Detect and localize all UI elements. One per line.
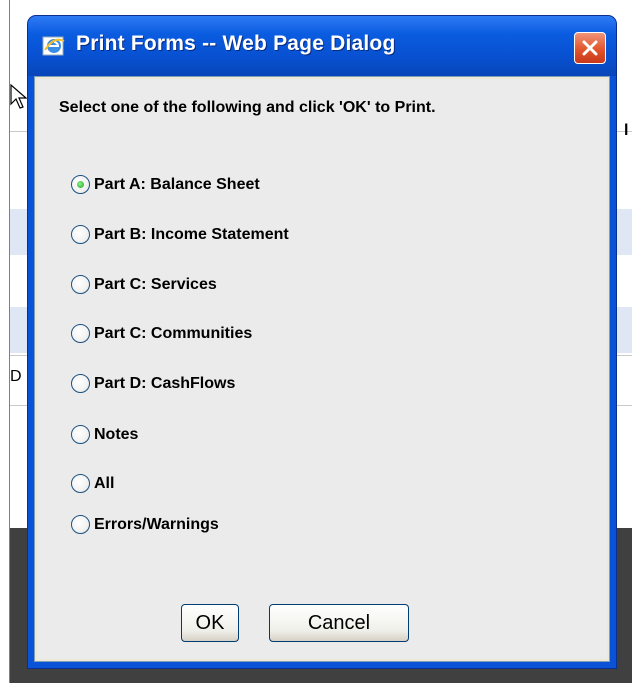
option-part-c-communities[interactable]: Part C: Communities xyxy=(71,324,252,343)
option-part-c-services[interactable]: Part C: Services xyxy=(71,275,217,294)
option-label: Errors/Warnings xyxy=(94,515,219,533)
option-part-d-cashflows[interactable]: Part D: CashFlows xyxy=(71,374,235,393)
radio-button[interactable] xyxy=(71,474,90,493)
internet-explorer-icon xyxy=(42,36,65,56)
option-label: All xyxy=(94,474,115,492)
option-all[interactable]: All xyxy=(71,474,114,493)
print-forms-dialog: Print Forms -- Web Page Dialog Select on… xyxy=(28,16,616,668)
background-text-fragment: D xyxy=(10,368,22,385)
background-window-edge xyxy=(0,0,10,683)
option-label: Notes xyxy=(94,425,139,443)
radio-button[interactable] xyxy=(71,175,90,194)
option-label: Part C: Services xyxy=(94,275,217,293)
option-notes[interactable]: Notes xyxy=(71,425,138,444)
dialog-body: Select one of the following and click 'O… xyxy=(34,76,610,662)
option-part-a-balance-sheet[interactable]: Part A: Balance Sheet xyxy=(71,175,260,194)
cancel-button[interactable]: Cancel xyxy=(269,604,409,642)
close-button[interactable] xyxy=(574,32,606,64)
dialog-content: Select one of the following and click 'O… xyxy=(37,79,607,659)
ok-button[interactable]: OK xyxy=(181,604,239,642)
radio-button[interactable] xyxy=(71,374,90,393)
dialog-titlebar[interactable]: Print Forms -- Web Page Dialog xyxy=(28,16,616,76)
option-errors-warnings[interactable]: Errors/Warnings xyxy=(71,515,219,534)
radio-button[interactable] xyxy=(71,225,90,244)
radio-button[interactable] xyxy=(71,515,90,534)
option-part-b-income-statement[interactable]: Part B: Income Statement xyxy=(71,225,289,244)
radio-button[interactable] xyxy=(71,275,90,294)
radio-button[interactable] xyxy=(71,425,90,444)
option-label: Part C: Communities xyxy=(94,324,253,342)
instruction-text: Select one of the following and click 'O… xyxy=(59,99,436,116)
background-text-fragment: l xyxy=(624,122,629,139)
option-label: Part D: CashFlows xyxy=(94,374,236,392)
option-label: Part B: Income Statement xyxy=(94,225,289,243)
mouse-pointer-icon xyxy=(10,84,28,109)
option-label: Part A: Balance Sheet xyxy=(94,175,260,193)
close-icon xyxy=(582,40,598,56)
dialog-title: Print Forms -- Web Page Dialog xyxy=(76,32,396,55)
radio-button[interactable] xyxy=(71,324,90,343)
